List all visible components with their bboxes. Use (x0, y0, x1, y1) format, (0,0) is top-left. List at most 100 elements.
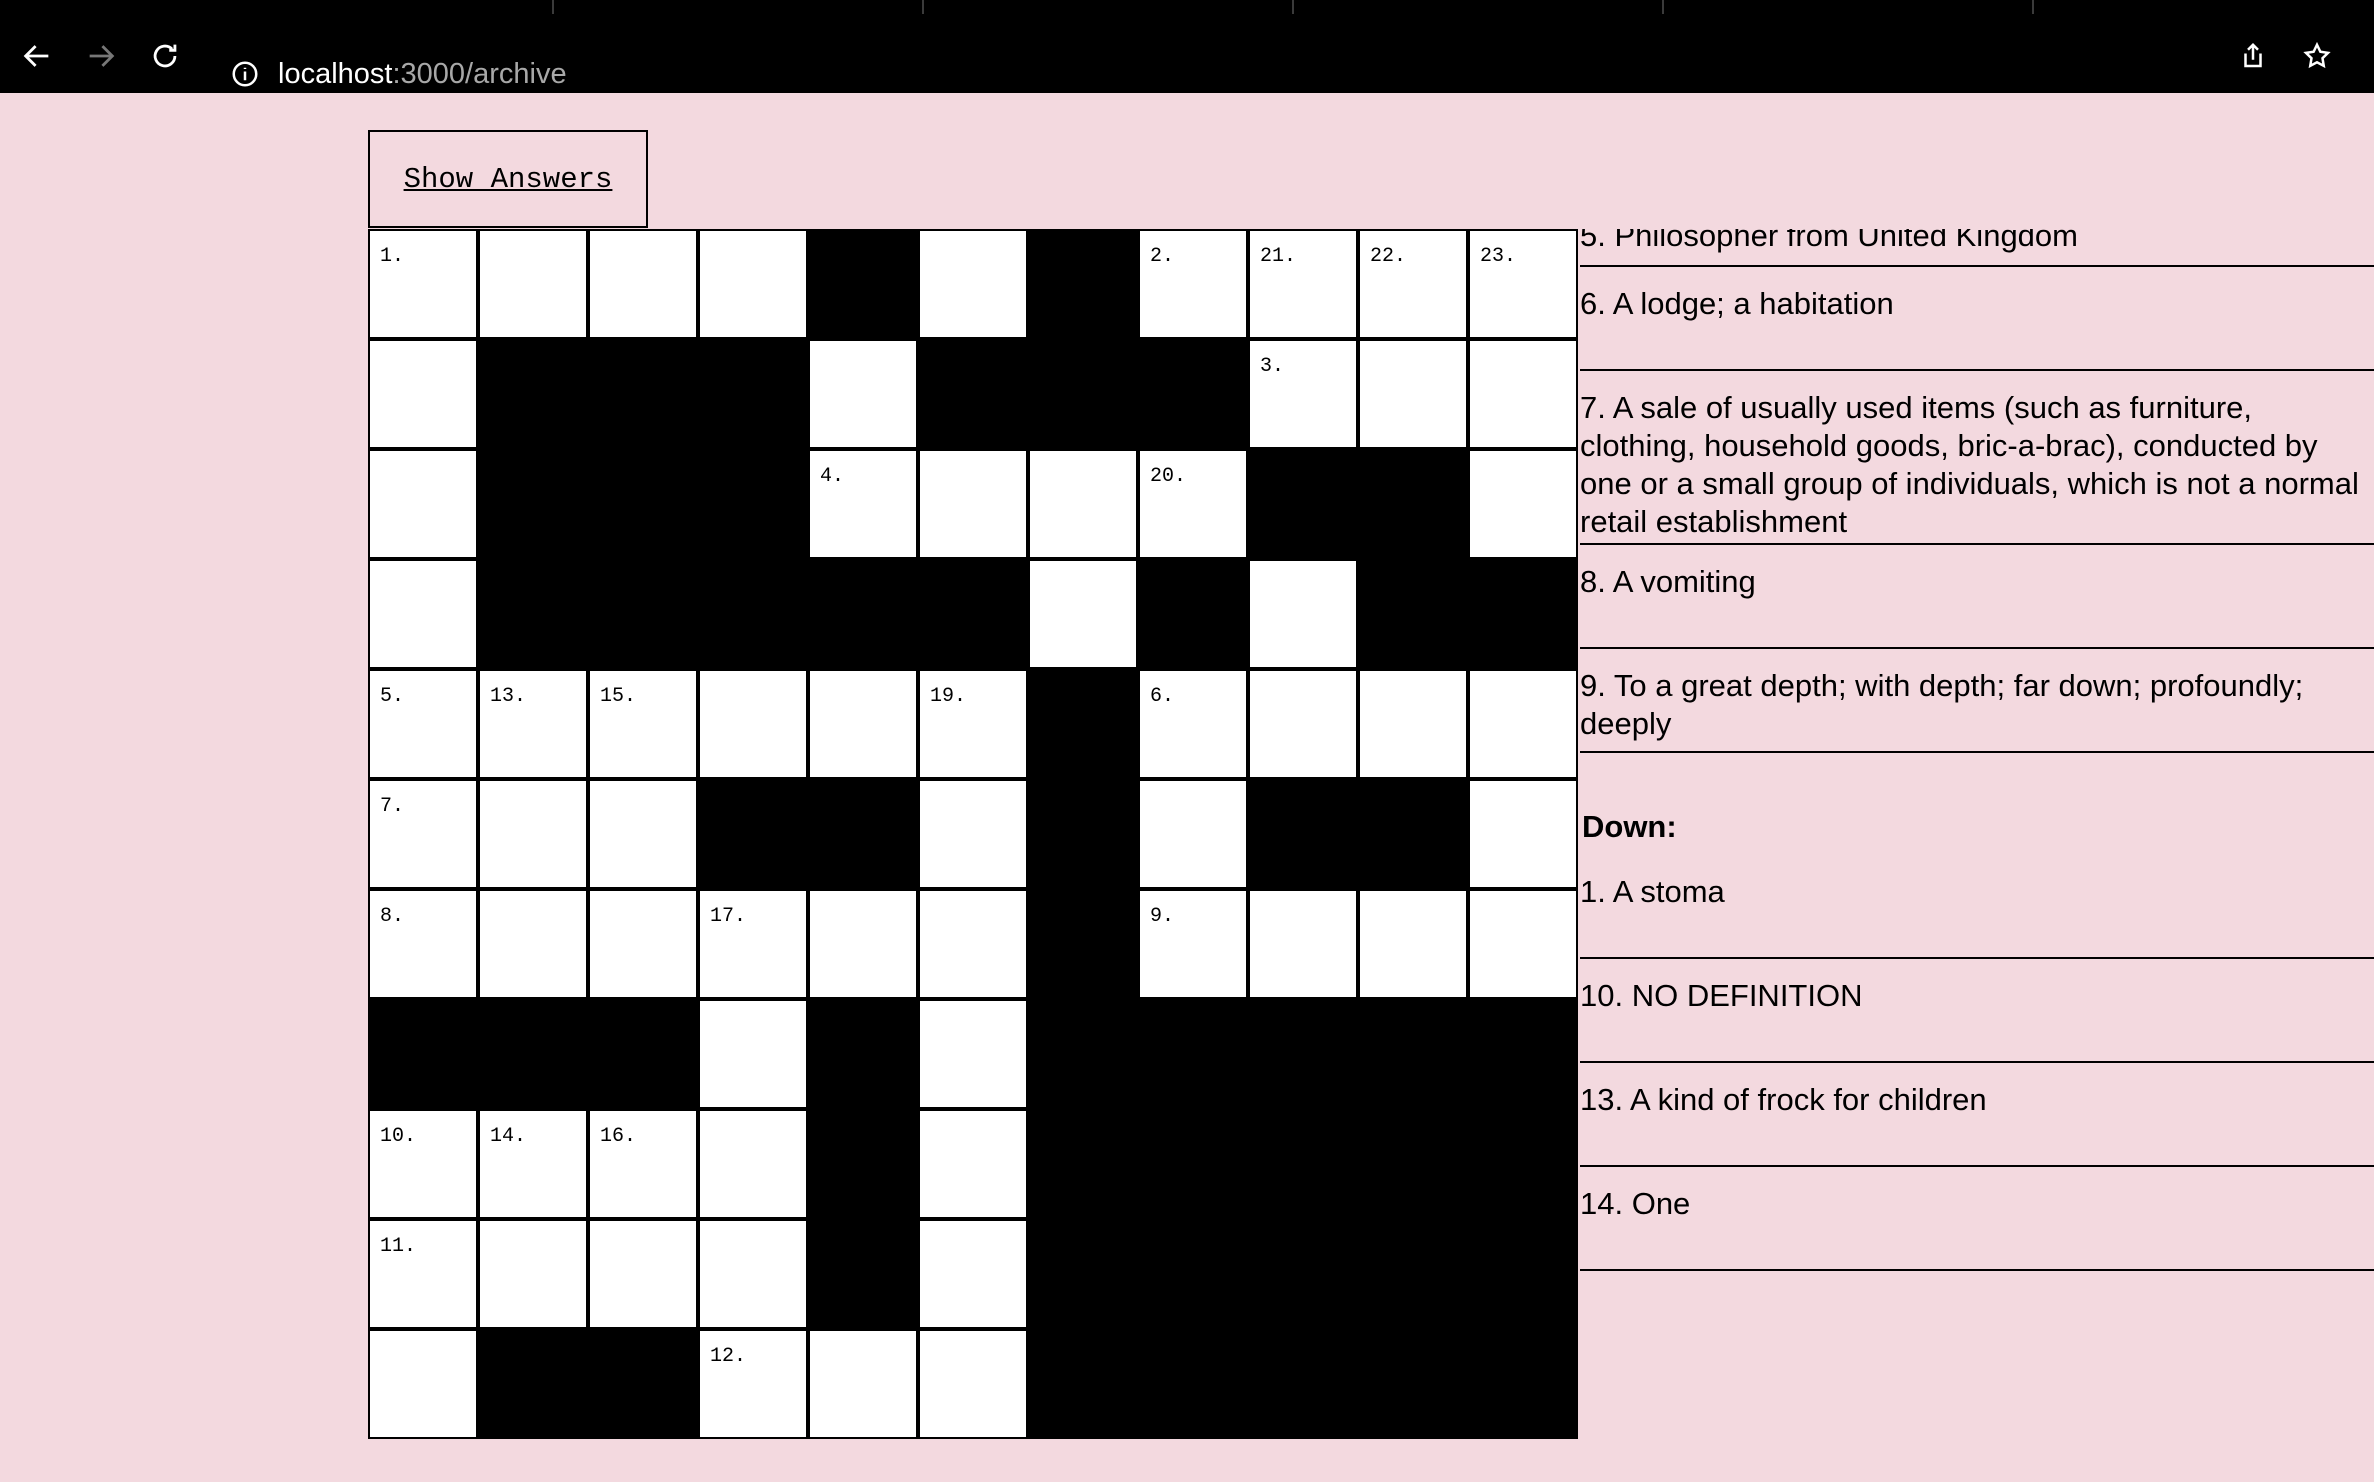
black-cell (1360, 1221, 1466, 1327)
grid-cell[interactable]: 2. (1140, 231, 1246, 337)
address-bar[interactable]: localhost:3000/archive (278, 57, 567, 91)
back-arrow-icon (23, 45, 49, 67)
grid-cell[interactable] (480, 1221, 586, 1327)
clue-item[interactable]: 1. A stoma (1580, 855, 2374, 959)
grid-cell[interactable]: 13. (480, 671, 586, 777)
grid-cell[interactable]: 16. (590, 1111, 696, 1217)
back-button[interactable] (12, 31, 62, 81)
grid-cell[interactable]: 6. (1140, 671, 1246, 777)
cell-number: 2. (1150, 245, 1175, 268)
grid-cell[interactable] (590, 891, 696, 997)
grid-cell[interactable] (700, 231, 806, 337)
grid-cell[interactable] (920, 231, 1026, 337)
grid-cell[interactable]: 15. (590, 671, 696, 777)
grid-cell[interactable] (1250, 561, 1356, 667)
grid-cell[interactable] (590, 231, 696, 337)
grid-cell[interactable] (480, 781, 586, 887)
clue-item[interactable]: 6. A lodge; a habitation (1580, 267, 2374, 371)
grid-cell[interactable]: 5. (370, 671, 476, 777)
bookmark-button[interactable] (2292, 31, 2342, 81)
grid-cell[interactable]: 7. (370, 781, 476, 887)
grid-cell[interactable]: 1. (370, 231, 476, 337)
grid-cell[interactable] (810, 1331, 916, 1437)
grid-cell[interactable] (1250, 671, 1356, 777)
grid-cell[interactable] (920, 1111, 1026, 1217)
grid-cell[interactable] (370, 341, 476, 447)
clue-item[interactable]: 7. A sale of usually used items (such as… (1580, 371, 2374, 545)
black-cell (1250, 1331, 1356, 1437)
grid-cell[interactable] (1470, 781, 1576, 887)
grid-cell[interactable] (700, 671, 806, 777)
grid-cell[interactable] (810, 341, 916, 447)
clue-item[interactable]: 10. NO DEFINITION (1580, 959, 2374, 1063)
grid-cell[interactable] (920, 1331, 1026, 1437)
cell-number: 8. (380, 905, 405, 928)
site-info-icon[interactable] (230, 59, 260, 89)
tab-separator (922, 0, 924, 14)
grid-cell[interactable] (1360, 891, 1466, 997)
grid-cell[interactable] (480, 231, 586, 337)
grid-cell[interactable] (1470, 891, 1576, 997)
grid-cell[interactable] (1030, 451, 1136, 557)
clue-item[interactable]: 14. One (1580, 1167, 2374, 1271)
grid-cell[interactable]: 21. (1250, 231, 1356, 337)
black-cell (1470, 1001, 1576, 1107)
grid-cell[interactable]: 11. (370, 1221, 476, 1327)
grid-cell[interactable]: 23. (1470, 231, 1576, 337)
grid-cell[interactable] (1360, 671, 1466, 777)
grid-cell[interactable] (920, 1221, 1026, 1327)
grid-cell[interactable]: 12. (700, 1331, 806, 1437)
grid-cell[interactable]: 20. (1140, 451, 1246, 557)
cell-number: 17. (710, 905, 747, 928)
grid-cell[interactable]: 22. (1360, 231, 1466, 337)
grid-cell[interactable] (1470, 451, 1576, 557)
grid-cell[interactable]: 17. (700, 891, 806, 997)
grid-cell[interactable]: 19. (920, 671, 1026, 777)
reload-button[interactable] (140, 31, 190, 81)
grid-cell[interactable] (920, 451, 1026, 557)
grid-cell[interactable] (370, 451, 476, 557)
grid-cell[interactable] (1250, 891, 1356, 997)
grid-cell[interactable] (810, 671, 916, 777)
black-cell (1470, 1331, 1576, 1437)
clue-item[interactable]: 13. A kind of frock for children (1580, 1063, 2374, 1167)
grid-cell[interactable] (1470, 341, 1576, 447)
black-cell (1140, 341, 1246, 447)
black-cell (1030, 1001, 1136, 1107)
share-button[interactable] (2228, 31, 2278, 81)
grid-cell[interactable] (1360, 341, 1466, 447)
grid-cell[interactable] (1140, 781, 1246, 887)
grid-cell[interactable] (1030, 561, 1136, 667)
forward-button[interactable] (76, 31, 126, 81)
grid-cell[interactable] (370, 1331, 476, 1437)
grid-cell[interactable] (700, 1221, 806, 1327)
grid-cell[interactable] (590, 781, 696, 887)
clue-item[interactable]: 9. To a great depth; with depth; far dow… (1580, 649, 2374, 753)
clue-text: 14. One (1580, 1186, 1691, 1221)
grid-cell[interactable] (1470, 671, 1576, 777)
black-cell (590, 561, 696, 667)
clue-item[interactable]: 5. Philosopher from United Kingdom (1580, 229, 2374, 267)
down-clue-list[interactable]: 1. A stoma 10. NO DEFINITION 13. A kind of… (1580, 855, 2374, 1292)
grid-cell[interactable] (810, 891, 916, 997)
grid-cell[interactable]: 9. (1140, 891, 1246, 997)
show-answers-button[interactable]: Show Answers (368, 130, 648, 228)
grid-cell[interactable] (920, 781, 1026, 887)
grid-cell[interactable]: 3. (1250, 341, 1356, 447)
clue-item[interactable]: 8. A vomiting (1580, 545, 2374, 649)
grid-cell[interactable]: 14. (480, 1111, 586, 1217)
grid-cell[interactable] (920, 891, 1026, 997)
forward-arrow-icon (89, 45, 115, 67)
grid-cell[interactable] (920, 1001, 1026, 1107)
across-clue-list[interactable]: 5. Philosopher from United Kingdom 6. A l… (1580, 229, 2374, 767)
star-icon (2303, 41, 2331, 69)
grid-cell[interactable] (700, 1001, 806, 1107)
grid-cell[interactable] (700, 1111, 806, 1217)
grid-cell[interactable]: 4. (810, 451, 916, 557)
grid-cell[interactable] (590, 1221, 696, 1327)
grid-cell[interactable]: 8. (370, 891, 476, 997)
black-cell (1470, 1221, 1576, 1327)
grid-cell[interactable] (370, 561, 476, 667)
grid-cell[interactable]: 10. (370, 1111, 476, 1217)
grid-cell[interactable] (480, 891, 586, 997)
